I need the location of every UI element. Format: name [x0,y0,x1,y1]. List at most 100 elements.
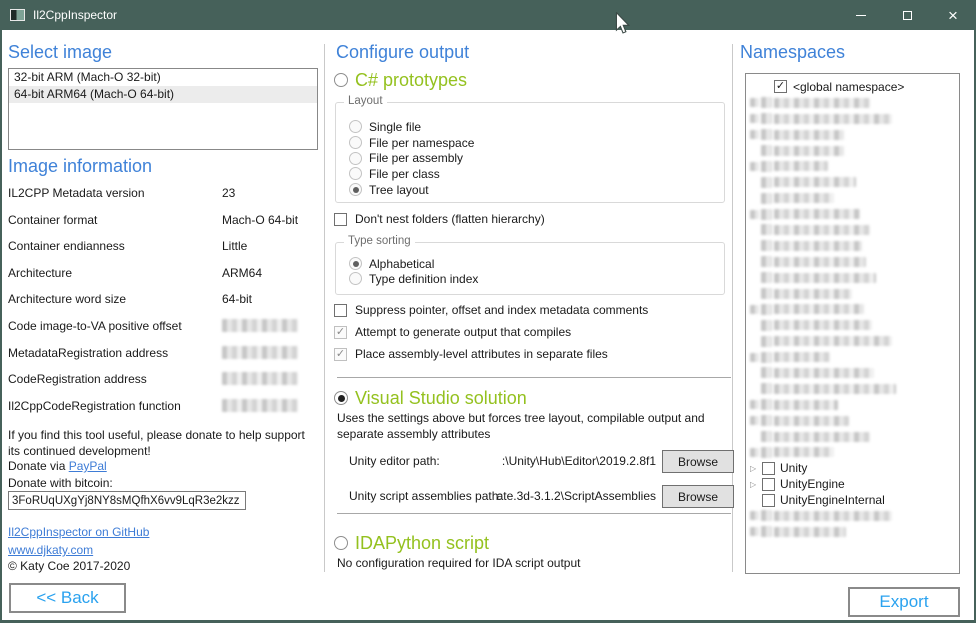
separator [337,513,731,514]
radio-option[interactable]: Tree layout [336,182,724,198]
redacted-value [222,372,298,385]
redacted-expander [750,210,759,219]
minimize-button[interactable] [838,0,884,30]
redacted-checkbox [761,383,772,394]
option-checkbox[interactable]: ✓ Place assembly-level attributes in sepa… [334,343,648,365]
vs-description: Uses the settings above but forces tree … [337,410,731,442]
redacted-namespace-row [746,174,959,190]
redacted-checkbox [761,256,772,267]
namespace-item[interactable]: UnityEngineInternal [746,492,959,508]
redacted-text [774,527,846,537]
redacted-checkbox [761,415,772,426]
paypal-link[interactable]: PayPal [69,459,107,473]
layout-legend: Layout [344,95,387,107]
option-checkbox[interactable]: ✓Attempt to generate output that compile… [334,321,648,343]
redacted-namespace-row [746,444,959,460]
browse-button[interactable]: Browse [662,485,734,508]
image-listbox[interactable]: 32-bit ARM (Mach-O 32-bit)64-bit ARM64 (… [8,68,318,150]
checkbox-icon: ✓ [334,348,347,361]
redacted-text [774,130,844,140]
info-label: Container endianness [8,239,222,253]
redacted-text [774,304,864,314]
redacted-checkbox [761,240,772,251]
redacted-text [774,225,870,235]
redacted-checkbox [761,367,772,378]
donate-via-label: Donate via [8,459,69,473]
redacted-expander [750,305,759,314]
option-checkbox[interactable]: Suppress pointer, offset and index metad… [334,299,648,321]
maximize-button[interactable] [884,0,930,30]
browse-button[interactable]: Browse [662,450,734,473]
idapython-script-option[interactable]: IDAPython script [334,531,489,555]
redacted-expander [750,98,759,107]
redacted-namespace-row [746,95,959,111]
checkbox-label: Attempt to generate output that compiles [355,325,571,339]
titlebar: Il2CppInspector × [0,0,976,30]
checkbox-icon [334,304,347,317]
radio-label: Alphabetical [369,257,434,271]
expander-icon[interactable]: ▷ [748,464,762,473]
image-list-item[interactable]: 32-bit ARM (Mach-O 32-bit) [9,69,317,86]
radio-option[interactable]: Alphabetical [336,256,724,271]
redacted-checkbox [761,272,772,283]
namespace-item[interactable]: ▷UnityEngine [746,476,959,492]
redacted-text [774,273,876,283]
visual-studio-solution-option[interactable]: Visual Studio solution [334,386,527,410]
github-link[interactable]: Il2CppInspector on GitHub [8,525,149,539]
image-list-item[interactable]: 64-bit ARM64 (Mach-O 64-bit) [9,86,317,103]
redacted-namespace-row [746,365,959,381]
namespace-item[interactable]: ▷ Unity [746,460,959,476]
radio-label: File per namespace [369,136,474,150]
radio-icon [349,257,362,270]
radio-label: Tree layout [369,183,429,197]
layout-options: Single fileFile per namespaceFile per as… [336,103,724,197]
radio-icon [349,272,362,285]
redacted-text [774,209,860,219]
layout-groupbox: Layout Single fileFile per namespaceFile… [335,102,725,203]
back-button[interactable]: << Back [9,583,126,613]
redacted-namespace-row [746,413,959,429]
unity-path-value: ate.3d-3.1.2\ScriptAssemblies [497,489,656,503]
redacted-namespace-row [746,206,959,222]
redacted-expander [750,114,759,123]
radio-option[interactable]: File per assembly [336,150,724,166]
namespaces-list[interactable]: ✓ <global namespace> ▷ Unity▷UnityEngineU… [745,73,960,574]
bitcoin-label: Donate with bitcoin: [8,476,113,490]
info-label: MetadataRegistration address [8,346,222,360]
type-sorting-legend: Type sorting [344,235,415,247]
expander-icon[interactable]: ▷ [748,480,762,489]
redacted-text [774,98,870,108]
redacted-namespace-row [746,349,959,365]
redacted-expander [750,130,759,139]
namespace-item-global[interactable]: ✓ <global namespace> [746,79,959,95]
radio-icon [349,167,362,180]
radio-option[interactable]: File per namespace [336,135,724,151]
unity-path-row: Unity editor path::\Unity\Hub\Editor\201… [337,450,734,473]
redacted-checkbox [761,224,772,235]
flatten-checkbox[interactable]: Don't nest folders (flatten hierarchy) [334,208,545,230]
window-border-left [0,30,2,623]
namespaces-heading: Namespaces [740,42,845,63]
info-label: CodeRegistration address [8,372,222,386]
info-row: ArchitectureARM64 [8,266,320,293]
app-icon [10,9,25,21]
export-button[interactable]: Export [848,587,960,617]
radio-option[interactable]: File per class [336,166,724,182]
website-link[interactable]: www.djkaty.com [8,543,93,557]
radio-icon [334,73,348,87]
info-value: ARM64 [222,266,262,280]
radio-option[interactable]: Single file [336,119,724,135]
namespace-label: Unity [780,461,807,475]
unity-path-label: Unity script assemblies path: [349,489,502,503]
checkbox-label: Place assembly-level attributes in separ… [355,347,608,361]
info-label: Architecture word size [8,292,222,306]
redacted-text [774,511,892,521]
radio-label: File per assembly [369,151,463,165]
redacted-checkbox [761,113,772,124]
radio-icon [349,120,362,133]
close-button[interactable]: × [930,0,976,30]
bitcoin-address-input[interactable] [8,491,246,510]
window-title: Il2CppInspector [33,8,838,22]
csharp-prototypes-option[interactable]: C# prototypes [334,68,467,92]
radio-option[interactable]: Type definition index [336,271,724,286]
